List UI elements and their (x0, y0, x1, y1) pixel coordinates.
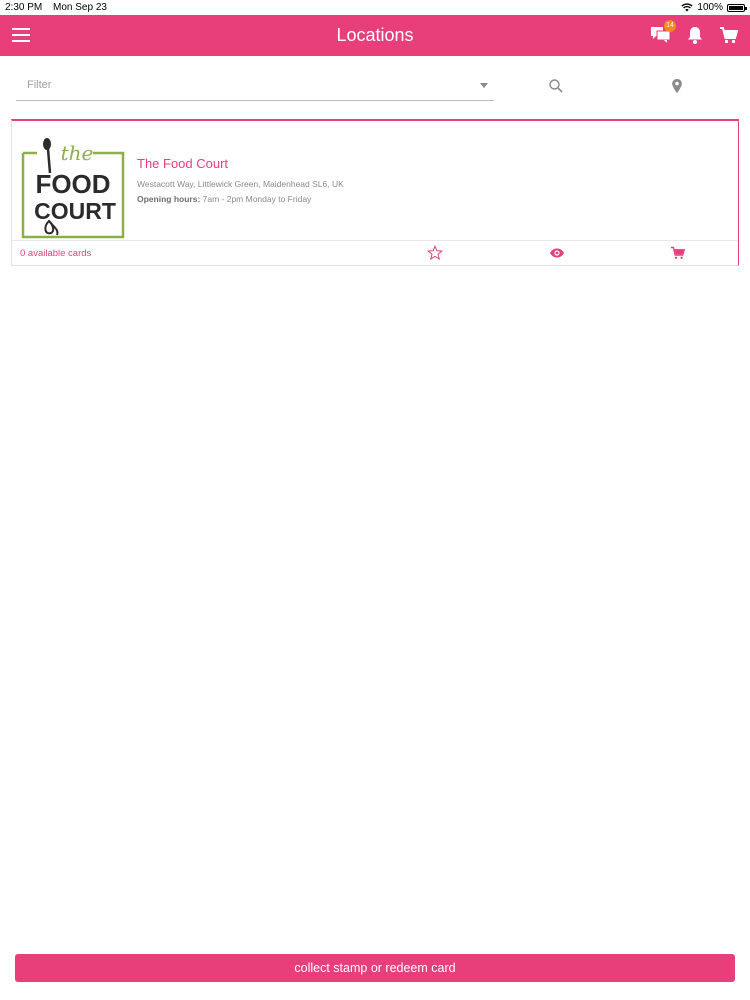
status-right: 100% (681, 2, 747, 13)
location-card[interactable]: the FOOD COURT The Food Court Westacott … (11, 119, 739, 266)
filter-select[interactable]: Filter (16, 68, 494, 101)
cart-icon (720, 27, 739, 44)
wifi-icon (681, 3, 694, 12)
filter-row: Filter (16, 68, 734, 104)
star-icon[interactable] (427, 245, 443, 261)
status-time: 2:30 PM (5, 2, 43, 13)
status-left: 2:30 PM Mon Sep 23 (5, 2, 115, 13)
battery-icon (727, 3, 747, 12)
available-cards-link[interactable]: 0 available cards (20, 248, 91, 259)
location-address: Westacott Way, Littlewick Green, Maidenh… (137, 179, 344, 189)
status-bar: 2:30 PM Mon Sep 23 100% (0, 0, 750, 15)
card-footer: 0 available cards (12, 240, 738, 265)
battery-percent: 100% (697, 2, 723, 13)
opening-hours-label: Opening hours: (137, 194, 201, 204)
app-bar: Locations 14 (0, 15, 750, 56)
svg-text:FOOD: FOOD (35, 169, 110, 199)
messages-badge: 14 (664, 20, 676, 32)
cart-button[interactable] (718, 24, 740, 46)
bell-icon (688, 27, 702, 44)
eye-icon[interactable] (549, 245, 565, 261)
status-date: Mon Sep 23 (53, 2, 107, 13)
location-pin-icon[interactable] (670, 78, 684, 94)
search-icon[interactable] (548, 78, 564, 94)
opening-hours: Opening hours: 7am - 2pm Monday to Frida… (137, 194, 311, 204)
svg-text:COURT: COURT (34, 198, 116, 224)
food-court-logo: the FOOD COURT (21, 138, 125, 239)
collect-stamp-button[interactable]: collect stamp or redeem card (15, 954, 735, 982)
location-name[interactable]: The Food Court (137, 156, 228, 171)
opening-hours-value: 7am - 2pm Monday to Friday (200, 194, 312, 204)
filter-placeholder: Filter (27, 79, 52, 91)
chevron-down-icon (480, 83, 488, 88)
messages-button[interactable]: 14 (650, 20, 676, 46)
app-bar-actions: 14 (650, 20, 740, 46)
notifications-button[interactable] (684, 24, 706, 46)
page-title: Locations (336, 25, 414, 45)
svg-text:the: the (61, 141, 94, 165)
cart-icon[interactable] (670, 245, 686, 261)
